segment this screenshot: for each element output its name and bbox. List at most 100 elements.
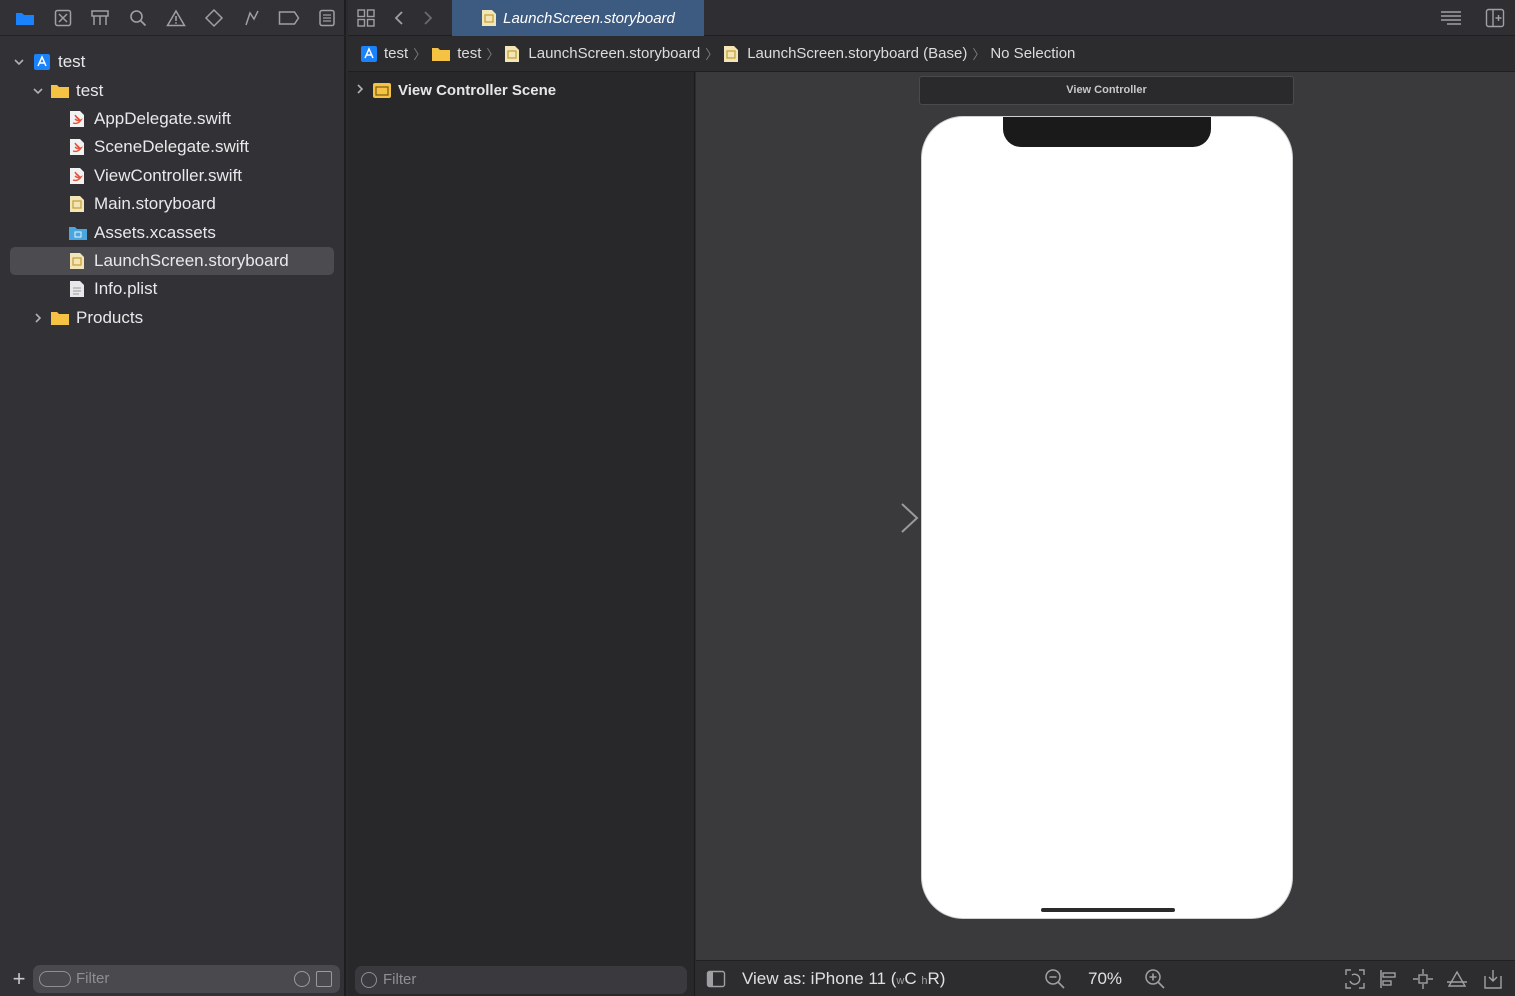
tree-row-project-test[interactable]: test: [0, 48, 344, 76]
embed-in-icon[interactable]: [1482, 968, 1504, 990]
test-navigator-icon[interactable]: [195, 0, 233, 36]
storyboard-file-icon: [481, 9, 497, 27]
xcode-window: test test AppDelegate.swift SceneDelegat…: [0, 0, 1515, 996]
tree-item-label: ViewController.swift: [94, 165, 243, 185]
source-control-icon[interactable]: [44, 0, 82, 36]
zoom-in-icon[interactable]: [1144, 968, 1166, 995]
outline-filter-field[interactable]: Filter: [355, 966, 687, 994]
view-as-suffix: ): [939, 969, 946, 988]
breadcrumb-label: LaunchScreen.storyboard (Base): [747, 45, 968, 62]
breadcrumb-label: LaunchScreen.storyboard: [528, 45, 701, 62]
storyboard-canvas[interactable]: View Controller: [696, 72, 1515, 960]
filter-placeholder: Filter: [383, 971, 417, 988]
height-class-value: R: [927, 969, 940, 988]
chevron-right-icon[interactable]: [354, 82, 368, 99]
update-frames-icon[interactable]: [1344, 968, 1366, 990]
zoom-out-icon[interactable]: [1044, 968, 1066, 995]
find-navigator-icon[interactable]: [119, 0, 157, 36]
tree-item-label: SceneDelegate.swift: [94, 137, 249, 157]
assets-folder-icon: [68, 224, 88, 242]
breadcrumb-separator: 〉: [486, 47, 500, 62]
chevron-right-icon[interactable]: [31, 311, 45, 325]
plist-file-icon: [69, 280, 87, 298]
outline-scene-row[interactable]: View Controller Scene: [354, 80, 556, 100]
breadcrumb-separator: 〉: [705, 47, 719, 62]
recent-files-icon[interactable]: [294, 971, 310, 987]
tree-item-label: AppDelegate.swift: [94, 108, 232, 128]
chevron-down-icon[interactable]: [12, 55, 26, 69]
project-navigator-icon[interactable]: [6, 0, 44, 36]
debug-navigator-icon[interactable]: [233, 0, 271, 36]
breadcrumb-selection[interactable]: No Selection: [990, 45, 1075, 62]
tree-row-folder-test[interactable]: test: [0, 76, 344, 104]
view-as-device-button[interactable]: View as: iPhone 11 (wC hR): [742, 969, 945, 989]
add-constraints-icon[interactable]: [1412, 968, 1434, 990]
add-button[interactable]: +: [10, 967, 28, 991]
breadcrumb-label: No Selection: [990, 45, 1076, 62]
folder-icon: [50, 309, 70, 327]
tree-row-scenedelegate[interactable]: SceneDelegate.swift: [0, 133, 344, 161]
breadcrumb-separator: 〉: [413, 47, 427, 62]
symbol-navigator-icon[interactable]: [82, 0, 120, 36]
tree-row-main-storyboard[interactable]: Main.storyboard: [0, 190, 344, 218]
storyboard-file-icon: [723, 45, 741, 63]
forward-arrow-icon[interactable]: [421, 9, 435, 32]
report-navigator-icon[interactable]: [308, 0, 346, 36]
resolve-layout-issues-icon[interactable]: [1446, 968, 1468, 990]
add-editor-icon[interactable]: [1485, 8, 1505, 33]
folder-icon: [50, 82, 70, 100]
tree-row-launchscreen-storyboard[interactable]: LaunchScreen.storyboard: [10, 246, 334, 276]
iphone-screen-preview[interactable]: [921, 116, 1293, 919]
grid-icon[interactable]: [356, 8, 376, 33]
editor-options-icon[interactable]: [1439, 8, 1463, 33]
zoom-level: 70%: [1088, 969, 1123, 988]
tree-item-label: test: [58, 52, 86, 72]
entry-point-arrow-icon[interactable]: [830, 502, 920, 534]
storyboard-file-icon: [69, 252, 87, 270]
chevron-down-icon[interactable]: [31, 84, 45, 98]
align-icon[interactable]: [1378, 968, 1400, 990]
folder-icon: [431, 45, 451, 63]
tree-row-info-plist[interactable]: Info.plist: [0, 275, 344, 303]
storyboard-file-icon: [69, 195, 87, 213]
filter-options-icon[interactable]: [39, 971, 71, 987]
tree-row-appdelegate[interactable]: AppDelegate.swift: [0, 105, 344, 133]
tree-item-label: Assets.xcassets: [94, 222, 216, 242]
toggle-outline-icon[interactable]: [706, 970, 726, 993]
issue-navigator-icon[interactable]: [157, 0, 195, 36]
tree-row-assets[interactable]: Assets.xcassets: [0, 218, 344, 246]
width-class-value: C: [904, 969, 917, 988]
home-indicator: [1041, 908, 1175, 912]
breadcrumb-localization[interactable]: LaunchScreen.storyboard (Base): [723, 45, 967, 63]
filter-placeholder: Filter: [76, 970, 110, 987]
navigator-filter-field[interactable]: Filter: [33, 965, 340, 993]
breadcrumb-label: test: [457, 45, 482, 62]
breadcrumb-project[interactable]: test: [360, 45, 408, 63]
breadcrumb-folder[interactable]: test: [431, 45, 481, 63]
outline-scene-label: View Controller Scene: [398, 81, 557, 99]
tab-launchscreen-storyboard[interactable]: LaunchScreen.storyboard: [452, 0, 704, 36]
breadcrumb-separator: 〉: [972, 47, 986, 62]
breadcrumb-label: test: [384, 45, 409, 62]
breakpoint-navigator-icon[interactable]: [270, 0, 308, 36]
view-controller-title-bar[interactable]: View Controller: [919, 76, 1294, 105]
tree-row-products[interactable]: Products: [0, 304, 344, 332]
jump-bar: test 〉 test 〉 LaunchScreen.storyboard 〉 …: [348, 36, 1515, 72]
swift-file-icon: [69, 167, 87, 185]
tree-item-label: LaunchScreen.storyboard: [94, 250, 289, 270]
tree-item-label: Main.storyboard: [94, 194, 216, 214]
document-outline: View Controller Scene Filter: [348, 72, 695, 996]
tree-row-viewcontroller[interactable]: ViewController.swift: [0, 162, 344, 190]
project-navigator: test test AppDelegate.swift SceneDelegat…: [0, 0, 346, 996]
device-notch: [1003, 117, 1211, 147]
tree-item-label: Info.plist: [94, 279, 158, 299]
canvas-bottom-bar: View as: iPhone 11 (wC hR) 70%: [696, 960, 1515, 996]
swift-file-icon: [69, 110, 87, 128]
back-arrow-icon[interactable]: [392, 9, 406, 32]
navigator-toolbar: [0, 0, 346, 36]
source-control-filter-icon[interactable]: [316, 971, 332, 987]
swift-file-icon: [69, 138, 87, 156]
tab-title: LaunchScreen.storyboard: [503, 9, 675, 27]
breadcrumb-file[interactable]: LaunchScreen.storyboard: [504, 45, 700, 63]
scene-icon: [372, 81, 392, 99]
